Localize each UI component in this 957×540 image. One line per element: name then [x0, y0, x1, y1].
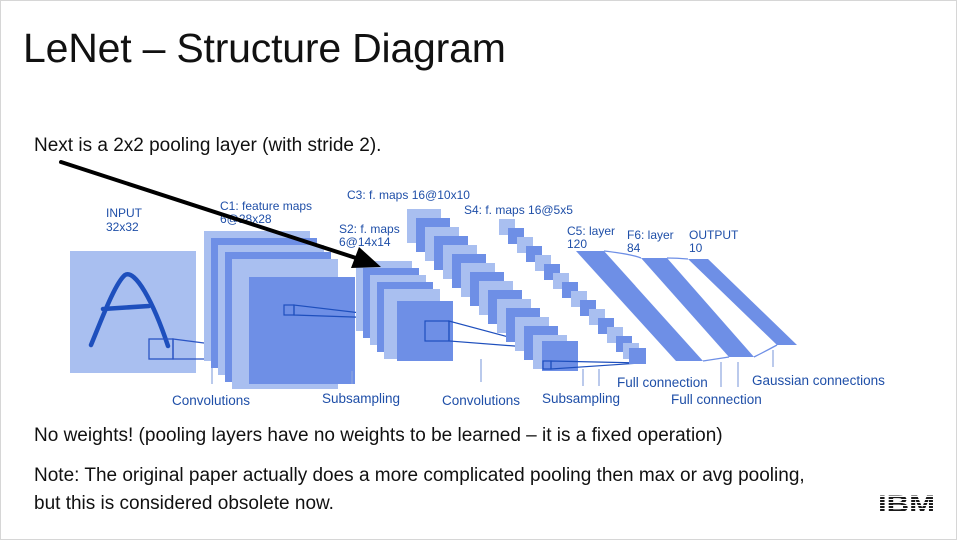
label-subsampling-1: Subsampling	[322, 391, 400, 406]
s2-label-line1: S2: f. maps	[339, 222, 400, 236]
c5-label-line1: C5: layer	[567, 224, 615, 238]
note-no-weights: No weights! (pooling layers have no weig…	[34, 425, 723, 446]
label-convolutions-2: Convolutions	[442, 393, 520, 408]
input-image	[70, 251, 196, 373]
c5-label-line2: 120	[567, 237, 587, 251]
label-subsampling-2: Subsampling	[542, 391, 620, 406]
lenet-diagram: INPUT 32x32 C1: feature maps 6@28x28 S2:…	[59, 160, 885, 408]
label-convolutions-1: Convolutions	[172, 393, 250, 408]
f6-layer	[641, 258, 754, 357]
label-full-connection-1: Full connection	[617, 375, 708, 390]
s2-feature-maps	[356, 261, 453, 361]
label-full-connection-2: Full connection	[671, 392, 762, 407]
note-original-paper: Note: The original paper actually does a…	[34, 462, 805, 518]
note-original-paper-line1: Note: The original paper actually does a…	[34, 465, 805, 486]
s4-label: S4: f. maps 16@5x5	[464, 203, 573, 217]
note-original-paper-line2: but this is considered obsolete now.	[34, 493, 334, 514]
s2-label-line2: 6@14x14	[339, 235, 391, 249]
f6-label-line2: 84	[627, 241, 641, 255]
label-gaussian-connections: Gaussian connections	[752, 373, 885, 388]
input-label-line2: 32x32	[106, 220, 139, 234]
slide: LeNet – Structure Diagram Next is a 2x2 …	[0, 0, 957, 540]
output-label-line2: 10	[689, 241, 703, 255]
ibm-logo-text: IBM	[878, 491, 935, 515]
input-label-line1: INPUT	[106, 206, 143, 220]
output-label-line1: OUTPUT	[689, 228, 739, 242]
ibm-logo: IBM	[878, 491, 935, 515]
c1-label-line1: C1: feature maps	[220, 199, 312, 213]
pointer-arrowhead	[351, 247, 381, 268]
c3-label: C3: f. maps 16@10x10	[347, 188, 470, 202]
f6-label-line1: F6: layer	[627, 228, 674, 242]
